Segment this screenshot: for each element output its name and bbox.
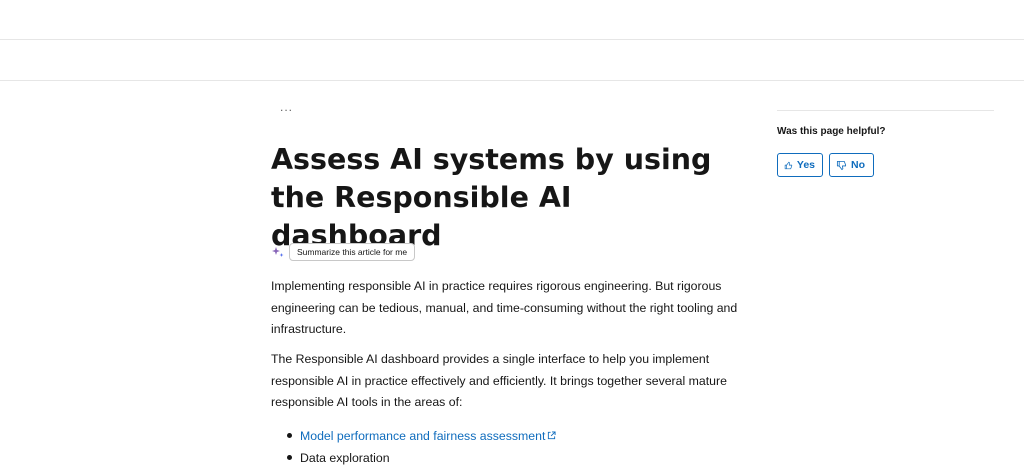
intro-paragraph: Implementing responsible AI in practice … (271, 279, 738, 336)
tool-areas-list: Model performance and fairness assessmen… (271, 425, 751, 469)
helpful-no-button[interactable]: No (829, 153, 874, 177)
page-title: Assess AI systems by using the Responsib… (271, 143, 712, 252)
thumbs-up-icon (784, 161, 793, 169)
breadcrumb-more-button[interactable]: ... (280, 100, 293, 114)
feedback-question: Was this page helpful? (777, 126, 886, 137)
list-item: Model performance and fairness assessmen… (271, 425, 751, 447)
summarize-row: Summarize this article for me (271, 243, 416, 261)
feedback-buttons: Yes No (777, 153, 874, 177)
external-link-icon (547, 425, 556, 440)
model-performance-link[interactable]: Model performance and fairness assessmen… (300, 429, 556, 443)
summarize-article-button[interactable]: Summarize this article for me (289, 243, 416, 261)
feedback-divider (777, 110, 994, 111)
helpful-yes-button[interactable]: Yes (777, 153, 823, 177)
site-header (0, 0, 1024, 40)
dashboard-paragraph: The Responsible AI dashboard provides a … (271, 352, 727, 409)
sparkle-icon (271, 245, 285, 259)
site-subheader (0, 40, 1024, 81)
thumbs-down-icon (836, 160, 847, 170)
list-item: Data exploration (271, 447, 751, 469)
